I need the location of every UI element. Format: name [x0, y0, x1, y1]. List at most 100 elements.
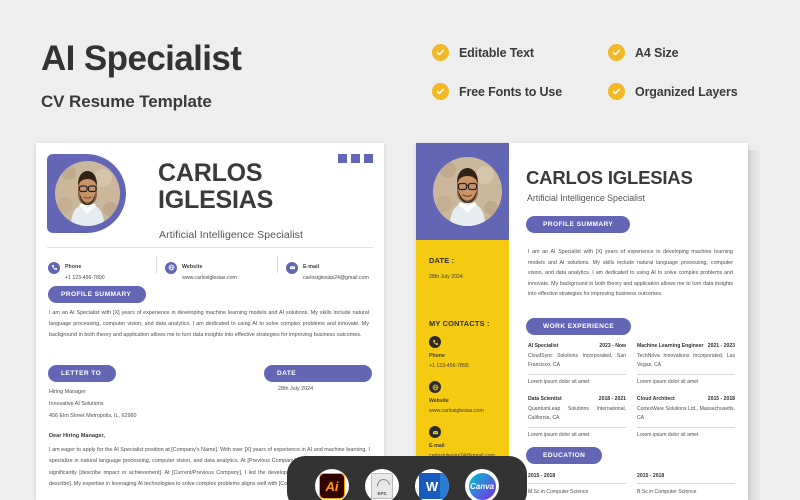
- feature-row: Free Fonts to Use Organized Layers: [432, 83, 784, 100]
- education-years: 2015 - 2018: [528, 473, 626, 484]
- education-list: 2015 - 2018 M.Sc in Computer Science 201…: [528, 473, 736, 495]
- profile-summary-text: I am an AI Specialist with [X] years of …: [528, 249, 733, 298]
- recipient-address: 456 Elm Street Metropolis, IL, 62960: [49, 413, 137, 420]
- check-circle-icon: [432, 83, 449, 100]
- job-description: Lorem ipsum dolor sit amet: [637, 378, 699, 385]
- section-heading-work-experience: WORK EXPERIENCE: [526, 318, 632, 335]
- job-organization: QuantumLeap Solutions International, Cal…: [528, 405, 626, 428]
- feature-label: A4 Size: [635, 45, 679, 60]
- envelope-icon: [429, 426, 441, 438]
- illustrator-icon: Ai: [319, 473, 345, 499]
- format-badge-word[interactable]: W: [415, 469, 449, 500]
- sidebar-heading-contacts: MY CONTACTS :: [429, 319, 490, 328]
- job-description: Lorem ipsum dolor sit amet: [528, 431, 590, 438]
- job-entry: AI Specialist 2023 - Now CloudSync Solut…: [528, 343, 626, 385]
- resume-page-cover-letter[interactable]: CARLOS IGLESIAS Artificial Intelligence …: [36, 143, 384, 500]
- candidate-first-name: CARLOS: [158, 159, 263, 187]
- section-heading-education: EDUCATION: [526, 447, 603, 464]
- section-heading-date: DATE: [264, 365, 372, 382]
- job-title: AI Specialist: [528, 343, 559, 349]
- candidate-name: CARLOS IGLESIAS: [526, 167, 693, 188]
- photo-frame: [47, 154, 126, 233]
- job-description: Lorem ipsum dolor sit amet: [637, 431, 699, 438]
- photo-frame: [416, 143, 509, 240]
- education-degree: B.Sc in Computer Science: [637, 489, 697, 495]
- recipient-name: Hiring Manager: [49, 389, 86, 395]
- education-years: 2015 - 2018: [637, 473, 735, 484]
- job-description: Lorem ipsum dolor sit amet: [528, 378, 590, 385]
- resume-page-cv[interactable]: DATE : 28th July 2024 MY CONTACTS : Phon…: [416, 143, 748, 500]
- poster-canvas: AI Specialist CV Resume Template Editabl…: [0, 0, 800, 500]
- sidebar-contact-value[interactable]: www.carlosiglesias.com: [429, 408, 484, 414]
- profile-summary-text: I am an AI Specialist with [X] years of …: [49, 310, 369, 339]
- format-badge-illustrator[interactable]: Ai: [315, 469, 349, 500]
- page-subtitle: CV Resume Template: [41, 92, 212, 111]
- contact-website[interactable]: Website www.carlosiglesias.com: [165, 255, 277, 281]
- contact-email[interactable]: E-mail carlosiglesias24@gmail.com: [286, 255, 369, 281]
- contact-phone[interactable]: Phone +1 123-456-7890: [48, 255, 156, 281]
- job-entry: Data Scientist 2018 - 2021 QuantumLeap S…: [528, 396, 626, 438]
- contact-value: +1 123-456-7890: [65, 274, 105, 281]
- job-organization: TechNova Innovations Incorporated, Las V…: [637, 352, 735, 375]
- section-heading-letter-to: LETTER TO: [48, 365, 117, 382]
- sidebar-contact-label: Phone: [429, 353, 445, 359]
- contact-label: Website: [182, 264, 203, 270]
- feature-label: Free Fonts to Use: [459, 84, 563, 99]
- avatar: [55, 161, 120, 226]
- job-years: 2015 - 2018: [707, 395, 735, 402]
- feature-label: Organized Layers: [635, 84, 738, 99]
- job-years: 2021 - 2023: [707, 343, 735, 349]
- divider: [277, 256, 278, 273]
- page-shadow: [748, 150, 762, 500]
- letter-salutation: Dear Hiring Manager,: [49, 433, 105, 439]
- feature-item-a4-size: A4 Size: [608, 44, 784, 61]
- job-title: Cloud Architect: [637, 395, 675, 402]
- contact-value: www.carlosiglesias.com: [182, 274, 237, 281]
- job-title: Machine Learning Engineer: [637, 343, 704, 349]
- feature-row: Editable Text A4 Size: [432, 44, 784, 61]
- eps-icon: EPS: [371, 473, 393, 499]
- check-circle-icon: [432, 44, 449, 61]
- feature-item-editable-text: Editable Text: [432, 44, 608, 61]
- job-entry: Cloud Architect 2015 - 2018 CortexWare S…: [637, 396, 735, 438]
- candidate-name: CARLOS IGLESIAS: [158, 160, 273, 214]
- job-title: Data Scientist: [528, 395, 562, 402]
- recipient-company: Innovative AI Solutions: [49, 401, 104, 408]
- feature-item-free-fonts: Free Fonts to Use: [432, 83, 608, 100]
- format-badge-canva[interactable]: Canva: [465, 469, 499, 500]
- envelope-icon: [286, 261, 298, 274]
- contact-label: E-mail: [303, 264, 320, 270]
- section-heading-profile-summary: PROFILE SUMMARY: [526, 216, 631, 233]
- work-experience-list: AI Specialist 2023 - Now CloudSync Solut…: [528, 343, 736, 449]
- check-circle-icon: [608, 83, 625, 100]
- feature-item-organized-layers: Organized Layers: [608, 83, 784, 100]
- letter-date-value: 28th July 2024: [278, 386, 314, 392]
- phone-icon: [429, 336, 441, 348]
- feature-list: Editable Text A4 Size Free Fonts to Use: [432, 44, 784, 122]
- candidate-role: Artificial Intelligence Specialist: [527, 193, 645, 203]
- education-degree: M.Sc in Computer Science: [528, 489, 589, 495]
- job-organization: CortexWare Solutions Ltd., Massachusetts…: [637, 405, 735, 428]
- job-row: Data Scientist 2018 - 2021 QuantumLeap S…: [528, 396, 736, 438]
- globe-icon: [165, 261, 177, 274]
- page-title: AI Specialist: [41, 39, 242, 78]
- education-entry: 2015 - 2018 M.Sc in Computer Science: [528, 473, 626, 495]
- section-heading-profile-summary: PROFILE SUMMARY: [48, 286, 147, 303]
- education-row: 2015 - 2018 M.Sc in Computer Science 201…: [528, 473, 736, 495]
- check-circle-icon: [608, 44, 625, 61]
- sidebar-contact-label: Website: [429, 398, 449, 404]
- candidate-last-name: IGLESIAS: [158, 186, 274, 214]
- education-entry: 2015 - 2018 B.Sc in Computer Science: [637, 473, 735, 495]
- sidebar-contact-label: E-mail: [429, 443, 445, 449]
- format-badge-eps[interactable]: EPS: [365, 469, 399, 500]
- decorative-squares: [338, 154, 373, 163]
- sidebar-contact-value[interactable]: +1 123-456-7890: [429, 363, 469, 369]
- letter-recipient: Hiring Manager Innovative AI Solutions 4…: [49, 386, 239, 422]
- candidate-role: Artificial Intelligence Specialist: [159, 229, 304, 241]
- divider: [156, 256, 157, 273]
- phone-icon: [48, 261, 60, 274]
- feature-label: Editable Text: [459, 45, 534, 60]
- job-row: AI Specialist 2023 - Now CloudSync Solut…: [528, 343, 736, 385]
- job-entry: Machine Learning Engineer 2021 - 2023 Te…: [637, 343, 735, 385]
- eps-label: EPS: [377, 491, 387, 496]
